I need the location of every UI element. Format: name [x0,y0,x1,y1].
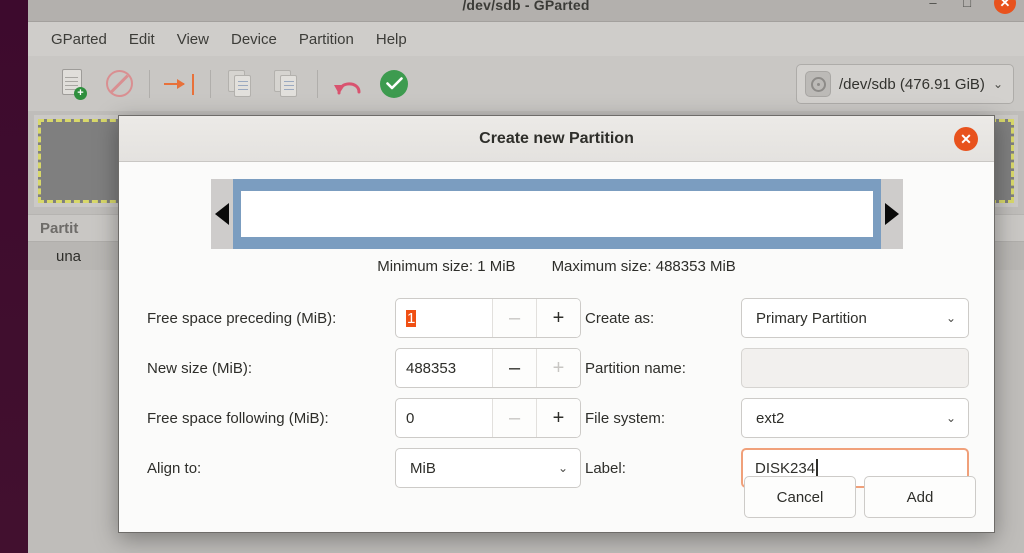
chevron-down-icon: ⌄ [945,411,956,425]
device-selector-label: /dev/sdb (476.91 GiB) [839,75,985,93]
partition-resize-widget[interactable] [210,179,903,249]
copy-button[interactable] [218,62,264,106]
paste-button[interactable] [264,62,310,106]
free-space-following-value: 0 [406,409,415,427]
create-new-partition-dialog: Create new Partition ✕ Minimum size: 1 M… [118,115,995,533]
free-space-following-stepper[interactable]: 0 – + [395,398,581,438]
resize-handle-left[interactable] [210,179,233,249]
minimum-size-label: Minimum size: 1 MiB [377,258,516,275]
resize-handle-right[interactable] [880,179,903,249]
disk-icon [805,71,832,97]
partition-name-input[interactable] [741,348,969,388]
text-cursor [816,459,818,477]
apply-operations-button[interactable] [371,62,417,106]
file-system-label: File system: [585,409,666,427]
free-space-preceding-decrement[interactable]: – [492,299,536,337]
window-controls: – □ ✕ [926,0,1016,14]
copy-icon [228,69,254,98]
resize-arrow-icon [164,73,196,95]
partition-name-label: Partition name: [585,359,686,377]
menu-item-device[interactable]: Device [220,28,288,51]
new-size-increment[interactable]: + [536,349,580,387]
free-space-preceding-input[interactable]: 1 [396,299,492,337]
align-to-dropdown[interactable]: MiB ⌄ [395,448,581,488]
dialog-titlebar: Create new Partition ✕ [119,116,994,162]
maximum-size-label: Maximum size: 488353 MiB [551,258,736,275]
toolbar-separator [149,69,150,98]
ubuntu-launcher-strip [0,0,28,553]
dialog-title: Create new Partition [479,129,634,147]
new-size-label: New size (MiB): [147,359,253,377]
label-field-label: Label: [585,459,626,477]
free-space-following-decrement[interactable]: – [492,399,536,437]
delete-partition-button[interactable] [96,62,142,106]
free-space-following-label: Free space following (MiB): [147,409,329,427]
partition-size-bar-fill [240,191,873,237]
partition-form: Free space preceding (MiB): 1 – + Create… [119,293,994,493]
size-range-info: Minimum size: 1 MiB Maximum size: 488353… [119,258,994,275]
new-size-decrement[interactable]: – [492,349,536,387]
new-size-input[interactable]: 488353 [396,349,492,387]
chevron-down-icon: ⌄ [992,77,1003,91]
triangle-right-icon [884,203,899,225]
chevron-down-icon: ⌄ [557,461,568,475]
menu-item-view[interactable]: View [166,28,220,51]
device-selector[interactable]: /dev/sdb (476.91 GiB) ⌄ [796,64,1014,104]
align-to-value: MiB [410,459,436,477]
free-space-preceding-value: 1 [406,309,417,327]
file-system-dropdown[interactable]: ext2 ⌄ [741,398,969,438]
delete-prohibition-icon [105,70,133,97]
menu-item-edit[interactable]: Edit [118,28,166,51]
partition-size-bar[interactable] [232,179,881,249]
free-space-preceding-stepper[interactable]: 1 – + [395,298,581,338]
free-space-preceding-label: Free space preceding (MiB): [147,309,337,327]
menu-item-help[interactable]: Help [365,28,418,51]
add-button[interactable]: Add [864,476,976,518]
triangle-left-icon [214,203,229,225]
minimize-button[interactable]: – [926,0,940,14]
toolbar: + /dev/sdb (476.91 GiB) ⌄ [28,56,1024,111]
new-partition-icon: + [60,68,87,100]
gparted-main-window: /dev/sdb - GParted – □ ✕ GParted Edit Vi… [28,0,1024,553]
dialog-actions: Cancel Add [744,476,976,518]
undo-arrow-icon [333,72,363,96]
paste-icon [274,69,300,98]
window-titlebar: /dev/sdb - GParted – □ ✕ [28,0,1024,22]
create-as-label: Create as: [585,309,655,327]
cancel-button[interactable]: Cancel [744,476,856,518]
menu-item-gparted[interactable]: GParted [40,28,118,51]
apply-check-icon [380,69,408,98]
close-window-button[interactable]: ✕ [994,0,1016,14]
window-title: /dev/sdb - GParted [462,0,590,13]
new-size-stepper[interactable]: 488353 – + [395,348,581,388]
free-space-following-input[interactable]: 0 [396,399,492,437]
create-as-dropdown[interactable]: Primary Partition ⌄ [741,298,969,338]
dialog-close-icon[interactable]: ✕ [954,127,978,151]
align-to-label: Align to: [147,459,202,477]
file-system-value: ext2 [756,409,785,427]
menu-bar: GParted Edit View Device Partition Help [28,22,1024,56]
create-as-value: Primary Partition [756,309,867,327]
new-size-value: 488353 [406,359,457,377]
undo-button[interactable] [325,62,371,106]
free-space-following-increment[interactable]: + [536,399,580,437]
maximize-button[interactable]: □ [960,0,974,14]
toolbar-separator [317,69,318,98]
free-space-preceding-increment[interactable]: + [536,299,580,337]
menu-item-partition[interactable]: Partition [288,28,365,51]
label-input-value: DISK234 [755,459,816,477]
chevron-down-icon: ⌄ [945,311,956,325]
toolbar-separator [210,69,211,98]
new-partition-button[interactable]: + [50,62,96,106]
resize-move-button[interactable] [157,62,203,106]
